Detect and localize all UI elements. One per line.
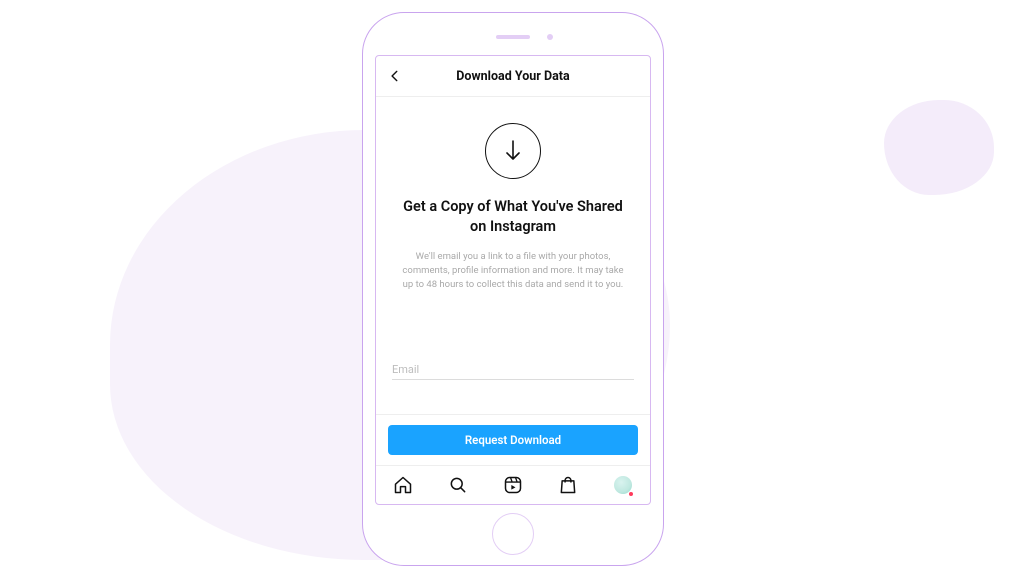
email-placeholder: Email	[392, 363, 634, 379]
request-download-button[interactable]: Request Download	[388, 425, 638, 455]
shop-icon	[558, 475, 578, 495]
phone-home-button	[492, 513, 534, 555]
screen-title: Download Your Data	[456, 69, 569, 84]
main-description: We'll email you a link to a file with yo…	[392, 250, 634, 291]
nav-profile[interactable]	[612, 474, 634, 496]
reels-icon	[503, 475, 523, 495]
search-icon	[448, 475, 468, 495]
bottom-nav	[376, 465, 650, 504]
home-icon	[393, 475, 413, 495]
download-icon	[485, 123, 541, 179]
email-field[interactable]: Email	[392, 363, 634, 380]
nav-search[interactable]	[447, 474, 469, 496]
nav-reels[interactable]	[502, 474, 524, 496]
app-screen: Download Your Data Get a Copy of What Yo…	[375, 55, 651, 505]
main-content: Get a Copy of What You've Shared on Inst…	[376, 97, 650, 414]
profile-avatar-icon	[614, 476, 632, 494]
arrow-down-icon	[503, 139, 523, 163]
phone-frame: Download Your Data Get a Copy of What Yo…	[362, 12, 664, 566]
chevron-left-icon	[388, 69, 402, 83]
phone-speaker	[496, 35, 530, 39]
request-download-label: Request Download	[465, 433, 561, 447]
back-button[interactable]	[384, 65, 406, 87]
nav-home[interactable]	[392, 474, 414, 496]
action-bar: Request Download	[376, 414, 650, 465]
email-underline	[392, 379, 634, 380]
nav-shop[interactable]	[557, 474, 579, 496]
main-heading: Get a Copy of What You've Shared on Inst…	[392, 197, 634, 236]
phone-camera	[547, 34, 553, 40]
screen-header: Download Your Data	[376, 56, 650, 97]
background-blob-small	[884, 100, 994, 195]
